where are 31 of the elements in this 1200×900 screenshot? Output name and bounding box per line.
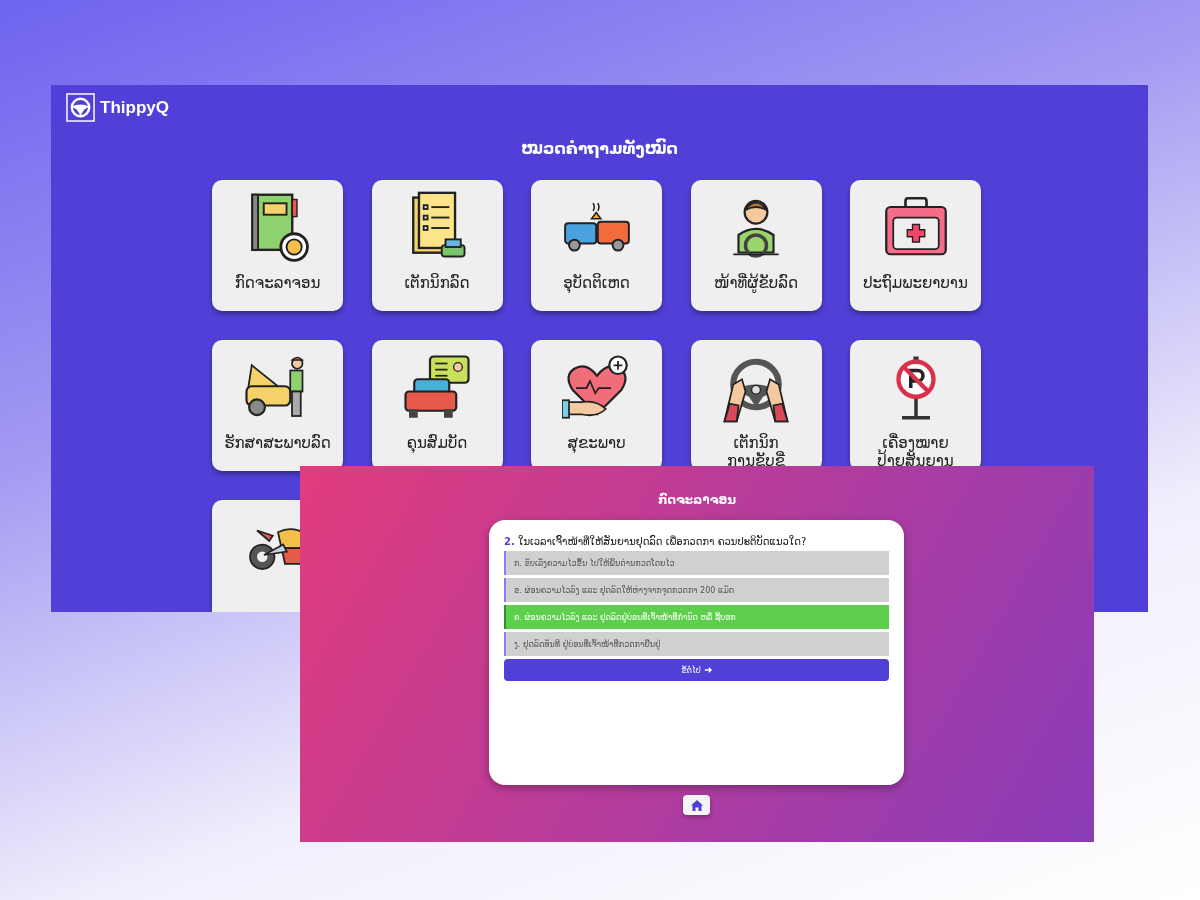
page-title: ໝວດຄຳຖາມທັງໝົດ <box>521 139 678 158</box>
answer-option[interactable]: ກ. ຂັບເລັ່ງຄວາມໄວຂຶ້ນ ໄປໃຫ້ພົ້ນດ່ານກວດໂດຍໄວ <box>504 551 889 575</box>
category-label: ຄຸນສົມບັດ <box>406 434 468 452</box>
next-button[interactable]: ຂໍ້ຕໍ່ໄປ <box>504 659 889 681</box>
category-label: ເຕັກນິກ <box>733 434 779 452</box>
answer-option[interactable]: ຂ. ຜ່ອນຄວາມໄວລົງ ແລະ ຢຸດລົດໃຫ້ຫ່າງຈາກຈຸດກວດກາ 200 ແມັດ <box>504 578 889 602</box>
category-label: ເຕັກນິກລົດ <box>404 274 470 292</box>
category-label: ເຄື່ອງໝາຍ <box>882 434 949 452</box>
arrow-icon <box>703 666 712 674</box>
category-card[interactable]: ກົດຈະລາຈອນ <box>212 180 343 311</box>
category-label: ອຸບັດຕິເຫດ <box>563 274 630 292</box>
answer-option[interactable]: ງ. ຢຸດລົດທັນທີ ຢູ່ບ່ອນທີ່ເຈົ້າໜ້າທີ່ກວດກາຢືນຢູ່ <box>504 632 889 656</box>
category-label: ຮັກສາສະພາບລົດ <box>224 434 331 452</box>
category-card[interactable]: ເຕັກນິກລົດ <box>371 180 503 311</box>
home-button[interactable] <box>683 795 710 815</box>
category-label: ກົດຈະລາຈອນ <box>234 274 321 292</box>
category-card[interactable]: ໜ້າທີ່ຜູ້ຂັບລົດ <box>690 180 822 311</box>
category-label: ສຸຂະພາບ <box>567 434 626 452</box>
brand-name: ThippyQ <box>100 97 169 118</box>
category-label: ໜ້າທີ່ຜູ້ຂັບລົດ <box>714 274 798 292</box>
question-number: 2. <box>504 536 515 547</box>
question-text: ໃນເວລາເຈົ້າໜ້າທີ່ໃຫ້ສັນຍານຢຸດລົດ ເພື່ອກວດກາ ຄວນປະຕິບັດແນວໃດ? <box>517 536 807 547</box>
quiz-title: ກົດຈະລາຈອນ <box>657 491 737 507</box>
steering-wheel-icon <box>66 93 95 122</box>
category-label: ການຂັບຂີ່ <box>727 452 785 470</box>
category-label: ປະຖົມພະຍາບານ <box>863 274 968 292</box>
category-label: ປ້າຍສັນຍານ <box>877 452 954 470</box>
home-icon <box>690 799 703 811</box>
category-card[interactable]: ຮັກສາສະພາບລົດ <box>212 340 343 471</box>
category-card[interactable]: ອຸບັດຕິເຫດ <box>531 180 662 311</box>
category-card[interactable]: ປະຖົມພະຍາບານ <box>850 180 981 311</box>
